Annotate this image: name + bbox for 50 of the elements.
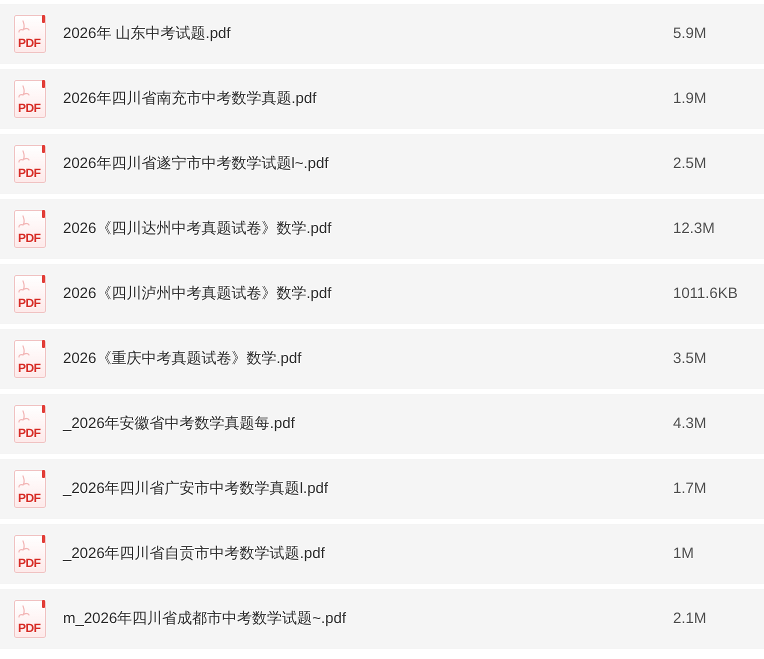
file-size: 2.1M [673, 610, 706, 627]
file-type-label: PDF [18, 232, 40, 244]
file-size: 12.3M [673, 220, 715, 237]
pdf-document-icon [14, 275, 46, 313]
file-name[interactable]: 2026《重庆中考真题试卷》数学.pdf [63, 348, 302, 370]
file-name[interactable]: _2026年四川省广安市中考数学真题l.pdf [63, 478, 328, 500]
file-row[interactable]: PDF 2026年四川省遂宁市中考数学试题l~.pdf 2.5M [0, 134, 764, 194]
file-size: 1.7M [673, 480, 706, 497]
file-size: 2.5M [673, 155, 706, 172]
file-row[interactable]: PDF m_2026年四川省成都市中考数学试题~.pdf 2.1M [0, 589, 764, 649]
file-size: 5.9M [673, 25, 706, 42]
file-type-label: PDF [18, 622, 40, 634]
file-name[interactable]: 2026《四川达州中考真题试卷》数学.pdf [63, 218, 332, 240]
file-size: 1M [673, 545, 694, 562]
file-row[interactable]: PDF 2026年 山东中考试题.pdf 5.9M [0, 4, 764, 64]
file-name[interactable]: 2026年四川省遂宁市中考数学试题l~.pdf [63, 152, 328, 176]
file-row[interactable]: PDF 2026《重庆中考真题试卷》数学.pdf 3.5M [0, 329, 764, 389]
file-row[interactable]: PDF _2026年四川省广安市中考数学真题l.pdf 1.7M [0, 459, 764, 519]
file-row[interactable]: PDF _2026年四川省自贡市中考数学试题.pdf 1M [0, 524, 764, 584]
pdf-document-icon [14, 15, 46, 53]
pdf-document-icon [14, 405, 46, 443]
file-name[interactable]: _2026年四川省自贡市中考数学试题.pdf [63, 542, 325, 566]
file-name[interactable]: _2026年安徽省中考数学真题每.pdf [63, 412, 295, 436]
file-type-label: PDF [18, 102, 40, 114]
file-name[interactable]: 2026《四川泸州中考真题试卷》数学.pdf [63, 282, 332, 306]
file-size: 4.3M [673, 415, 706, 432]
pdf-document-icon [14, 535, 46, 573]
pdf-document-icon [14, 80, 46, 118]
file-type-label: PDF [18, 37, 40, 49]
file-name[interactable]: 2026年四川省南充市中考数学真题.pdf [63, 88, 316, 110]
pdf-document-icon [14, 470, 46, 508]
file-row[interactable]: PDF _2026年安徽省中考数学真题每.pdf 4.3M [0, 394, 764, 454]
file-row[interactable]: PDF 2026年四川省南充市中考数学真题.pdf 1.9M [0, 69, 764, 129]
pdf-document-icon [14, 340, 46, 378]
file-type-label: PDF [18, 167, 40, 179]
file-type-label: PDF [18, 362, 40, 374]
file-name[interactable]: m_2026年四川省成都市中考数学试题~.pdf [63, 608, 346, 630]
file-name[interactable]: 2026年 山东中考试题.pdf [63, 22, 231, 46]
file-type-label: PDF [18, 297, 40, 309]
file-type-label: PDF [18, 557, 40, 569]
file-size: 1.9M [673, 90, 706, 107]
pdf-document-icon [14, 145, 46, 183]
file-type-label: PDF [18, 492, 40, 504]
file-size: 3.5M [673, 350, 706, 367]
file-row[interactable]: PDF 2026《四川泸州中考真题试卷》数学.pdf 1011.6KB [0, 264, 764, 324]
file-size: 1011.6KB [673, 285, 738, 302]
pdf-document-icon [14, 600, 46, 638]
pdf-document-icon [14, 210, 46, 248]
file-row[interactable]: PDF 2026《四川达州中考真题试卷》数学.pdf 12.3M [0, 199, 764, 259]
file-type-label: PDF [18, 427, 40, 439]
